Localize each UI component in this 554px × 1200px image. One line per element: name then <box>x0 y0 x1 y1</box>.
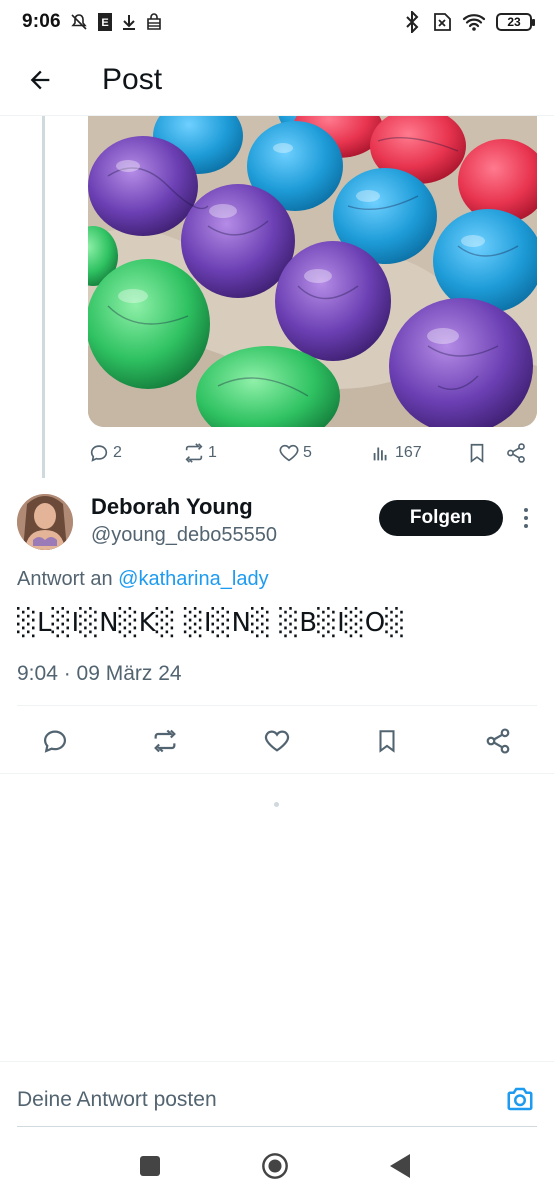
no-sim-icon <box>434 13 451 31</box>
status-bar: 9:06 E 23 <box>0 0 554 44</box>
back-nav-button[interactable] <box>386 1152 414 1180</box>
loading-indicator <box>274 802 279 807</box>
back-button[interactable] <box>10 50 70 110</box>
circle-icon <box>262 1153 288 1179</box>
triangle-back-icon <box>390 1154 410 1178</box>
bookmark-icon <box>470 443 484 463</box>
more-options-button[interactable] <box>514 504 538 532</box>
repost-icon <box>185 443 203 463</box>
composer-underline <box>17 1126 537 1127</box>
post-media-image[interactable] <box>88 116 537 427</box>
home-button[interactable] <box>261 1152 289 1180</box>
battery-icon: 23 <box>496 13 535 31</box>
views-button[interactable]: 167 <box>370 442 422 464</box>
share-icon <box>486 728 510 754</box>
reply-button[interactable]: 2 <box>88 442 122 464</box>
share-button[interactable] <box>505 442 527 464</box>
heart-icon <box>264 730 290 752</box>
share-button-large[interactable] <box>483 726 513 756</box>
replying-prefix: Antwort an <box>17 568 119 590</box>
post-timestamp[interactable]: 9:04 · 09 März 24 <box>17 662 182 686</box>
repost-count: 1 <box>208 444 217 461</box>
download-icon <box>122 15 135 30</box>
recents-button[interactable] <box>136 1152 164 1180</box>
avatar-image <box>17 494 73 550</box>
reply-button-large[interactable] <box>40 726 70 756</box>
wifi-icon <box>462 14 486 31</box>
follow-button[interactable]: Folgen <box>379 500 503 536</box>
bookmark-button-large[interactable] <box>372 726 402 756</box>
author-handle[interactable]: @young_debo55550 <box>91 524 277 547</box>
bookmark-icon <box>379 730 395 753</box>
post-text: ░L░I░N░K░ ░I░N░ ░B░I░O░ <box>17 608 406 638</box>
svg-text:E: E <box>101 17 108 29</box>
more-vertical-icon <box>524 508 528 528</box>
replying-to: Antwort an @katharina_lady <box>17 568 269 591</box>
bookmark-button[interactable] <box>466 442 488 464</box>
page-title: Post <box>102 62 163 96</box>
like-count: 5 <box>303 444 312 461</box>
analytics-icon <box>373 447 387 461</box>
reply-composer[interactable]: Deine Antwort posten <box>0 1061 554 1127</box>
avatar[interactable] <box>17 494 73 550</box>
replying-to-mention[interactable]: @katharina_lady <box>118 568 268 590</box>
heart-icon <box>279 444 299 462</box>
repost-button[interactable]: 1 <box>183 442 217 464</box>
reply-input[interactable]: Deine Antwort posten <box>17 1088 217 1112</box>
top-app-bar: Post <box>0 44 554 116</box>
reply-icon <box>43 730 67 753</box>
mute-icon <box>71 14 87 30</box>
square-icon <box>140 1156 160 1176</box>
divider <box>0 773 554 774</box>
like-button[interactable]: 5 <box>278 442 312 464</box>
camera-icon[interactable] <box>505 1084 535 1114</box>
post-action-bar <box>0 706 554 774</box>
parent-post-actions: 2 1 5 167 <box>88 436 537 470</box>
share-icon <box>507 443 525 463</box>
bluetooth-icon <box>406 11 419 33</box>
bag-icon <box>147 13 161 30</box>
reply-icon <box>90 445 108 462</box>
repost-button-large[interactable] <box>150 726 180 756</box>
like-button-large[interactable] <box>262 726 292 756</box>
author-display-name[interactable]: Deborah Young <box>91 494 253 520</box>
thread-connector-line <box>42 116 45 478</box>
easter-eggs-photo <box>88 116 537 427</box>
notification-e-icon: E <box>97 13 112 31</box>
arrow-left-icon <box>30 70 50 89</box>
reply-count: 2 <box>113 444 122 461</box>
system-navigation-bar <box>0 1130 554 1200</box>
views-count: 167 <box>395 444 422 461</box>
battery-level: 23 <box>507 15 521 29</box>
repost-icon <box>154 729 176 753</box>
status-time: 9:06 <box>22 11 61 32</box>
